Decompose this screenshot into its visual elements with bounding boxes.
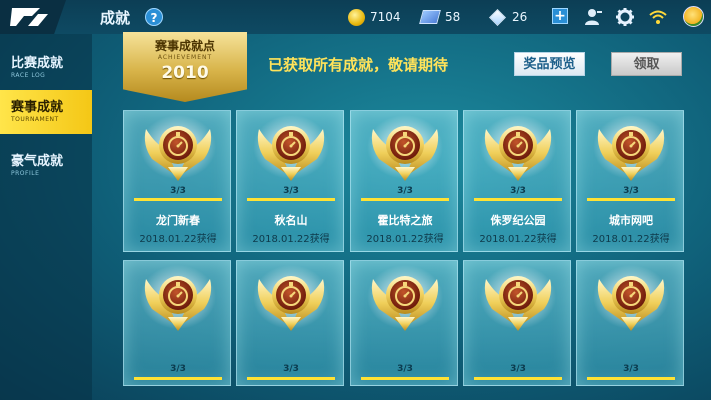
- achievement-points-ribbon: 赛事成就点 ACHIEVEMENT 2010: [123, 32, 247, 102]
- sidebar-item-label: 赛事成就: [11, 100, 64, 115]
- progress-bar: [247, 377, 335, 380]
- progress-text: 3/3: [397, 364, 413, 374]
- progress-fill: [587, 377, 675, 380]
- progress-fill: [587, 198, 675, 201]
- progress-fill: [361, 198, 449, 201]
- ribbon-subtitle: ACHIEVEMENT: [157, 54, 213, 61]
- sidebar-item-sublabel: TOURNAMENT: [11, 116, 59, 123]
- sidebar-item-sublabel: PROFILE: [11, 170, 40, 177]
- progress-text: 3/3: [170, 186, 186, 196]
- achievement-date: 2018.01.22获得: [479, 234, 557, 245]
- progress-fill: [361, 377, 449, 380]
- avatar[interactable]: [683, 6, 704, 27]
- achievement-card[interactable]: 3/3 霍比特之旅 2018.01.22获得: [350, 110, 458, 252]
- achievement-card[interactable]: 3/3: [350, 260, 458, 386]
- wifi-icon: [649, 10, 667, 24]
- coin-counter: 7104: [348, 7, 401, 27]
- sidebar-item-tournament-achievements[interactable]: 赛事成就 TOURNAMENT: [0, 90, 92, 134]
- progress-text: 3/3: [510, 364, 526, 374]
- ticket-icon: [419, 10, 441, 24]
- achievement-card[interactable]: 3/3: [236, 260, 344, 386]
- achievement-card[interactable]: 3/3: [576, 260, 684, 386]
- sidebar-item-race-achievements[interactable]: 比赛成就 RACE LOG: [0, 46, 92, 90]
- sidebar-item-sublabel: RACE LOG: [11, 72, 46, 79]
- progress-fill: [247, 198, 335, 201]
- diamond-counter: 26: [489, 7, 528, 27]
- progress-bar: [587, 377, 675, 380]
- achievement-date: 2018.01.22获得: [592, 234, 670, 245]
- achievement-card[interactable]: 3/3: [463, 260, 571, 386]
- progress-fill: [134, 377, 222, 380]
- sidebar-item-luxury-achievements[interactable]: 豪气成就 PROFILE: [0, 144, 92, 188]
- plus-icon[interactable]: +: [552, 8, 568, 24]
- achievement-card[interactable]: 3/3 龙门新春 2018.01.22获得: [123, 110, 231, 252]
- progress-fill: [134, 198, 222, 201]
- ticket-counter: 58: [419, 7, 461, 27]
- achievement-card[interactable]: 3/3: [123, 260, 231, 386]
- progress-bar: [361, 377, 449, 380]
- achievement-name: 霍比特之旅: [377, 214, 433, 227]
- progress-text: 3/3: [397, 186, 413, 196]
- achievement-card[interactable]: 3/3 侏罗纪公园 2018.01.22获得: [463, 110, 571, 252]
- progress-bar: [134, 198, 222, 201]
- diamond-amount: 26: [512, 10, 528, 24]
- prize-preview-button[interactable]: 奖品预览: [514, 52, 585, 76]
- friends-icon[interactable]: [583, 7, 603, 27]
- progress-bar: [361, 198, 449, 201]
- achievement-name: 秋名山: [274, 214, 308, 227]
- progress-bar: [247, 198, 335, 201]
- claim-button[interactable]: 领取: [611, 52, 682, 76]
- achievement-card[interactable]: 3/3 秋名山 2018.01.22获得: [236, 110, 344, 252]
- achievement-card[interactable]: 3/3 城市网吧 2018.01.22获得: [576, 110, 684, 252]
- achievement-points: 2010: [161, 63, 209, 83]
- gear-icon[interactable]: [615, 7, 635, 27]
- progress-bar: [474, 377, 562, 380]
- sidebar-item-label: 比赛成就: [11, 56, 64, 71]
- progress-text: 3/3: [623, 364, 639, 374]
- progress-text: 3/3: [283, 364, 299, 374]
- sidebar: 比赛成就 RACE LOG 赛事成就 TOURNAMENT 豪气成就 PROFI…: [0, 34, 92, 400]
- diamond-icon: [489, 8, 506, 26]
- achievement-name: 侏罗纪公园: [490, 214, 546, 227]
- all-achieved-notice: 已获取所有成就，敬请期待: [268, 56, 449, 74]
- progress-fill: [474, 377, 562, 380]
- progress-text: 3/3: [283, 186, 299, 196]
- achievement-name: 龙门新春: [156, 214, 200, 227]
- progress-fill: [247, 377, 335, 380]
- achievement-date: 2018.01.22获得: [139, 234, 217, 245]
- progress-text: 3/3: [623, 186, 639, 196]
- coin-amount: 7104: [370, 10, 401, 24]
- progress-fill: [474, 198, 562, 201]
- progress-text: 3/3: [170, 364, 186, 374]
- achievement-name: 城市网吧: [609, 214, 653, 227]
- coin-icon: [348, 8, 365, 26]
- progress-bar: [474, 198, 562, 201]
- ticket-amount: 58: [445, 10, 461, 24]
- achievement-date: 2018.01.22获得: [366, 234, 444, 245]
- help-icon[interactable]: ?: [145, 8, 163, 26]
- achievement-date: 2018.01.22获得: [252, 234, 330, 245]
- progress-bar: [134, 377, 222, 380]
- top-bar: 成就 ? 7104 58 26 +: [0, 0, 711, 34]
- ribbon-title: 赛事成就点: [154, 39, 215, 53]
- progress-text: 3/3: [510, 186, 526, 196]
- progress-bar: [587, 198, 675, 201]
- sidebar-item-label: 豪气成就: [11, 154, 64, 169]
- back-logo-icon[interactable]: [0, 0, 66, 34]
- page-title: 成就: [100, 9, 131, 27]
